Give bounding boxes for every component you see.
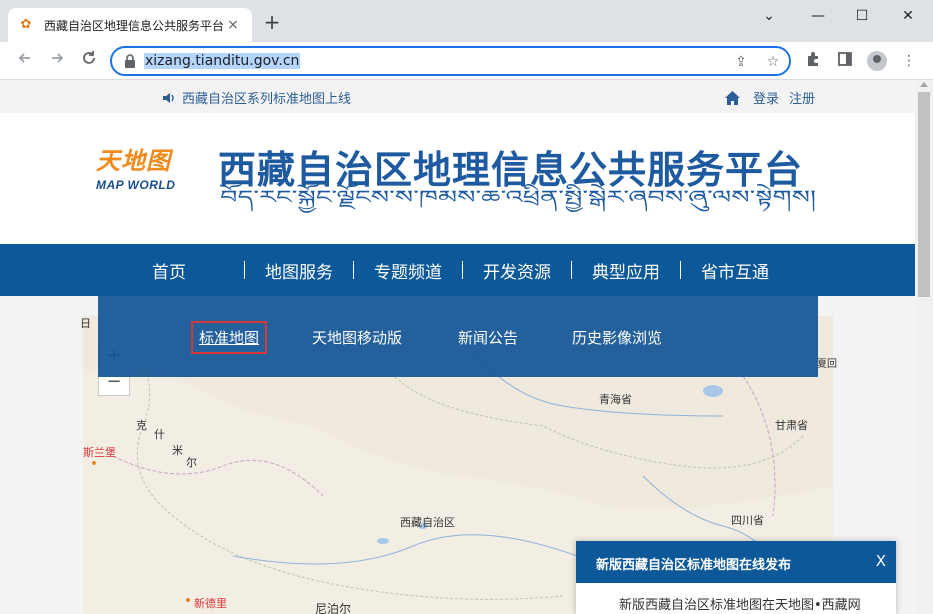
share-icon[interactable]: ⇪ (732, 53, 750, 71)
map-label-kashmir-2: 什 (154, 428, 165, 441)
map-label-gansu: 甘肃省 (775, 419, 808, 432)
map-label-nepal: 尼泊尔 (315, 602, 352, 614)
map-label-kashmir-4: 尔 (186, 456, 197, 469)
web-page: 西藏自治区系列标准地图上线 登录 注册 天地图 MAP WORLD 西藏自治区地… (0, 80, 915, 614)
submenu-news[interactable]: 新闻公告 (458, 327, 518, 348)
browser-tab[interactable]: ✿ 西藏自治区地理信息公共服务平台 × (8, 8, 252, 42)
url-text[interactable]: xizang.tianditu.gov.cn (144, 53, 301, 69)
map-label-kashmir-3: 米 (172, 444, 183, 457)
nav-home[interactable]: 首页 (130, 258, 244, 283)
announcement[interactable]: 西藏自治区系列标准地图上线 (162, 88, 351, 107)
announcement-text[interactable]: 西藏自治区系列标准地图上线 (182, 88, 351, 107)
map-label-newdelhi: 新德里 (194, 597, 227, 610)
map-label-edge-right: 夏回 (817, 359, 837, 370)
forward-arrow-icon (52, 53, 64, 63)
reload-icon (83, 51, 95, 64)
nav-dev-resources[interactable]: 开发资源 (463, 258, 571, 283)
forward-button[interactable] (46, 50, 68, 72)
popup-header: 新版西藏自治区标准地图在线发布 X (576, 541, 896, 583)
announcement-popup: 新版西藏自治区标准地图在线发布 X 新版西藏自治区标准地图在天地图•西藏网 (576, 541, 896, 614)
reload-button[interactable] (78, 50, 100, 72)
tab-close-icon[interactable]: × (224, 16, 242, 34)
new-tab-button[interactable]: + (262, 12, 282, 32)
menu-kebab-icon[interactable]: ⋮ (899, 51, 919, 71)
minimize-button[interactable]: — (806, 6, 830, 26)
site-header: 天地图 MAP WORLD 西藏自治区地理信息公共服务平台 བོད་རང་སྐྱ… (0, 113, 915, 244)
map-services-submenu: 标准地图 天地图移动版 新闻公告 历史影像浏览 (98, 296, 818, 377)
user-links: 登录 注册 (724, 88, 825, 107)
tab-strip: ✿ 西藏自治区地理信息公共服务平台 × + ⌄ — ☐ ✕ (0, 0, 933, 42)
submenu-history-imagery[interactable]: 历史影像浏览 (572, 327, 662, 348)
tibetan-subtitle-text: བོད་རང་སྐྱོང་ལྗོངས་ས་ཁམས་ཆ་འཕྲིན་སྤྱི་སྒ… (220, 183, 816, 213)
nav-map-services[interactable]: 地图服务 (245, 258, 353, 283)
tab-title: 西藏自治区地理信息公共服务平台 (44, 18, 224, 33)
back-arrow-icon (18, 53, 30, 63)
map-label-edge-left: 日 (80, 317, 91, 330)
close-window-button[interactable]: ✕ (896, 6, 920, 26)
page-scrollbar[interactable] (915, 80, 933, 614)
nav-province-links[interactable]: 省市互通 (681, 258, 789, 283)
address-bar[interactable]: xizang.tianditu.gov.cn ⇪ ☆ (110, 46, 791, 76)
extensions-icon[interactable] (803, 51, 823, 71)
popup-body[interactable]: 新版西藏自治区标准地图在天地图•西藏网 (619, 594, 861, 613)
nav-applications[interactable]: 典型应用 (572, 258, 680, 283)
submenu-standard-map[interactable]: 标准地图 (190, 321, 268, 354)
site-favicon-icon: ✿ (20, 17, 32, 32)
register-link[interactable]: 注册 (789, 88, 815, 107)
map-label-islamabad: 斯兰堡 (83, 446, 116, 459)
profile-avatar-icon[interactable] (867, 51, 887, 71)
map-label-sichuan: 四川省 (731, 514, 764, 527)
browser-toolbar: xizang.tianditu.gov.cn ⇪ ☆ ⋮ (0, 42, 933, 80)
speaker-icon (163, 92, 174, 103)
main-navigation: 首页 地图服务 专题频道 开发资源 典型应用 省市互通 (0, 244, 915, 296)
maximize-button[interactable]: ☐ (850, 6, 874, 26)
scroll-up-icon[interactable] (920, 82, 928, 87)
back-button[interactable] (14, 50, 36, 72)
tibetan-subtitle: བོད་རང་སྐྱོང་ལྗོངས་ས་ཁམས་ཆ་འཕྲིན་སྤྱི་སྒ… (220, 183, 816, 213)
map-label-kashmir-1: 克 (136, 419, 147, 432)
logo-en: MAP WORLD (96, 178, 176, 192)
lock-icon (125, 54, 135, 68)
bookmark-star-icon[interactable]: ☆ (764, 53, 782, 71)
top-notice-bar: 西藏自治区系列标准地图上线 登录 注册 (0, 80, 915, 113)
side-panel-icon[interactable] (835, 51, 855, 71)
map-label-qinghai: 青海省 (599, 393, 632, 406)
popup-close-button[interactable]: X (876, 552, 886, 570)
home-icon[interactable] (724, 90, 741, 106)
tab-search-icon[interactable]: ⌄ (757, 6, 781, 26)
popup-title[interactable]: 新版西藏自治区标准地图在线发布 (596, 554, 791, 573)
tianditu-logo[interactable]: 天地图 MAP WORLD (96, 141, 192, 201)
login-link[interactable]: 登录 (753, 88, 779, 107)
submenu-mobile[interactable]: 天地图移动版 (312, 327, 402, 348)
logo-cn: 天地图 (96, 146, 171, 175)
nav-topics[interactable]: 专题频道 (354, 258, 462, 283)
scrollbar-thumb[interactable] (918, 92, 930, 297)
map-label-xizang: 西藏自治区 (400, 516, 455, 529)
